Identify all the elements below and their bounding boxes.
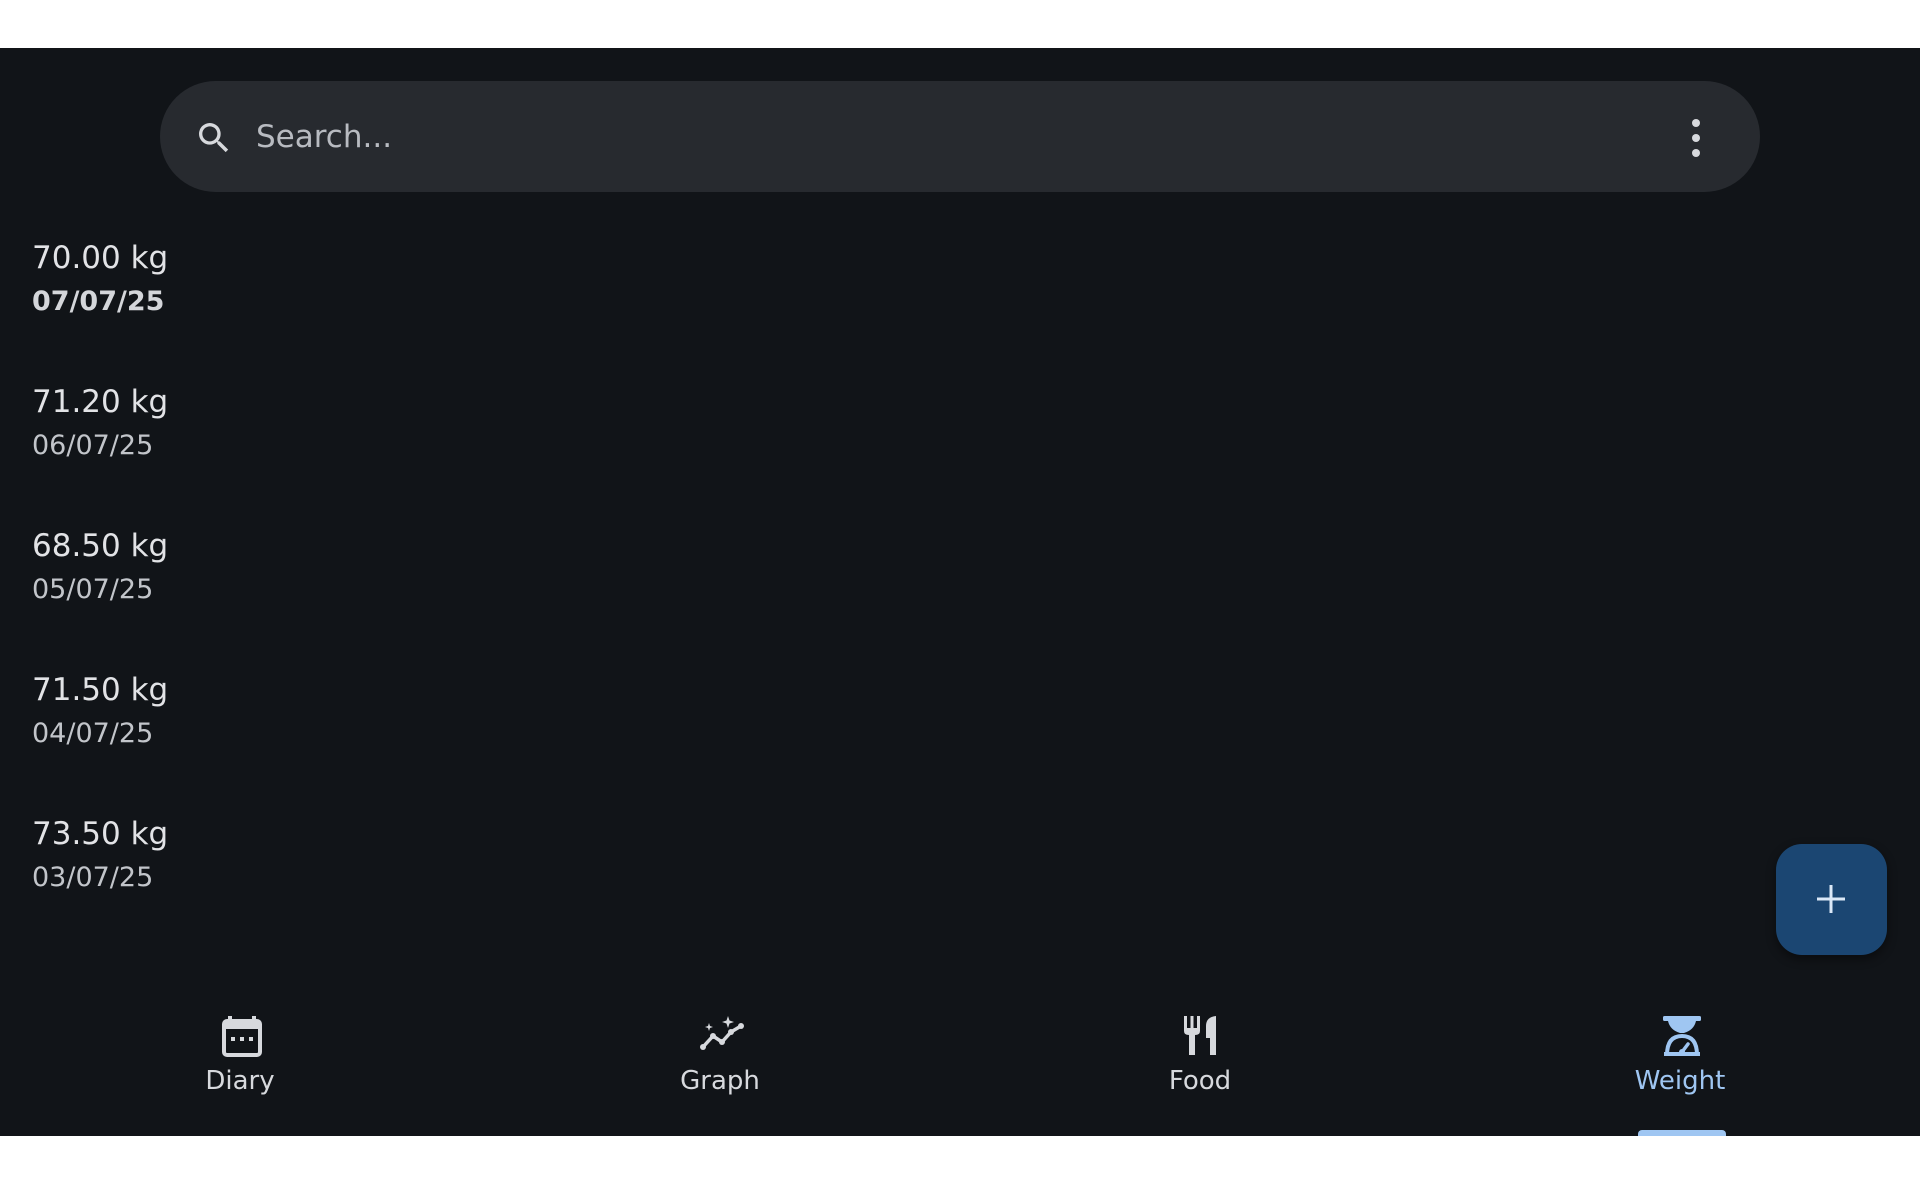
entry-weight: 71.50 kg <box>32 672 169 708</box>
scale-icon <box>1663 1016 1701 1056</box>
more-options-icon[interactable] <box>1676 114 1716 162</box>
weight-entry[interactable]: 71.50 kg 04/07/25 <box>0 672 1760 802</box>
entry-weight: 73.50 kg <box>32 816 169 852</box>
nav-label: Graph <box>680 1066 760 1096</box>
entry-date: 03/07/25 <box>32 862 154 893</box>
nav-label: Weight <box>1634 1066 1726 1096</box>
weight-screen: 70.00 kg 07/07/25 71.20 kg 06/07/25 68.5… <box>0 48 1920 1136</box>
graph-icon <box>700 1016 744 1050</box>
search-input[interactable] <box>256 112 1556 162</box>
nav-item-graph[interactable]: Graph <box>570 1014 870 1136</box>
entry-date: 05/07/25 <box>32 574 154 605</box>
weight-entry[interactable]: 73.50 kg 03/07/25 <box>0 816 1760 946</box>
nav-label: Diary <box>205 1066 275 1096</box>
weight-entry[interactable]: 68.50 kg 05/07/25 <box>0 528 1760 658</box>
weight-entry[interactable]: 70.00 kg 07/07/25 <box>0 240 1760 370</box>
entry-weight: 71.20 kg <box>32 384 169 420</box>
calendar-icon <box>222 1016 262 1057</box>
nav-item-food[interactable]: Food <box>1050 1014 1350 1136</box>
entry-date: 07/07/25 <box>32 286 165 317</box>
entry-weight: 68.50 kg <box>32 528 169 564</box>
nav-item-weight[interactable]: Weight <box>1530 1014 1830 1136</box>
entry-date: 06/07/25 <box>32 430 154 461</box>
entry-weight: 70.00 kg <box>32 240 169 276</box>
search-icon[interactable] <box>194 118 234 158</box>
add-weight-button[interactable] <box>1776 844 1887 955</box>
nav-label: Food <box>1168 1066 1232 1096</box>
nav-item-diary[interactable]: Diary <box>90 1014 390 1136</box>
active-tab-indicator <box>1638 1130 1726 1136</box>
entry-date: 04/07/25 <box>32 718 154 749</box>
fork-knife-icon <box>1184 1016 1216 1055</box>
weight-entry[interactable]: 71.20 kg 06/07/25 <box>0 384 1760 514</box>
plus-icon <box>1817 885 1845 913</box>
